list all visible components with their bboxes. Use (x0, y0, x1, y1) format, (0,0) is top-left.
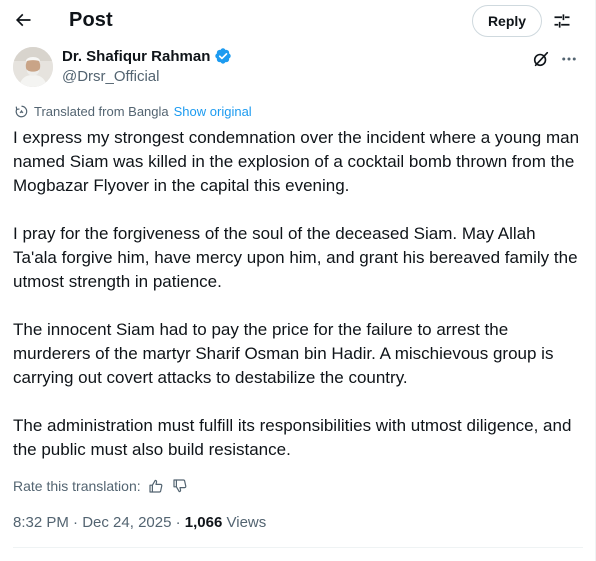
thumbs-down-icon (173, 479, 187, 493)
meta-separator: · (68, 514, 83, 531)
thumbs-up-icon (149, 479, 163, 493)
views-count: 1,066 (184, 514, 223, 531)
author-name-row[interactable]: Dr. Shafiqur Rahman (62, 47, 232, 65)
author-handle[interactable]: @Drsr_Official (62, 68, 159, 85)
rate-translation-label: Rate this translation: (13, 478, 141, 494)
more-horizontal-icon (562, 57, 576, 61)
back-button[interactable] (8, 5, 38, 35)
translate-icon (15, 105, 28, 118)
avatar-portrait-icon (13, 47, 53, 87)
post-text: I express my strongest condemnation over… (13, 126, 583, 462)
thumbs-down-button[interactable] (170, 476, 190, 496)
divider (13, 547, 583, 548)
avatar[interactable] (13, 47, 53, 87)
post-meta: 8:32 PM · Dec 24, 2025 · 1,066 Views (13, 514, 266, 531)
post-paragraph: I pray for the forgiveness of the soul o… (13, 224, 578, 291)
show-original-link[interactable]: Show original (174, 104, 252, 119)
page-title: Post (69, 9, 113, 31)
post-paragraph: The administration must fulfill its resp… (13, 416, 572, 459)
settings-button[interactable] (548, 7, 576, 35)
author-name[interactable]: Dr. Shafiqur Rahman (62, 48, 210, 65)
sliders-icon (554, 14, 570, 28)
post-time[interactable]: 8:32 PM (13, 514, 69, 531)
arrow-left-icon (15, 13, 31, 27)
verified-badge-icon (215, 48, 232, 64)
post-page: Post Reply Dr. Shafiqur Rahman @Drsr_Off… (0, 0, 596, 561)
post-paragraph: I express my strongest condemnation over… (13, 128, 580, 195)
more-button[interactable] (558, 48, 580, 70)
views-label: Views (222, 514, 267, 531)
post-paragraph: The innocent Siam had to pay the price f… (13, 320, 554, 387)
post-header: Post Reply (0, 0, 596, 42)
translation-notice: Translated from Bangla Show original (14, 104, 252, 119)
grok-button[interactable] (530, 48, 552, 70)
thumbs-up-button[interactable] (146, 476, 166, 496)
meta-separator: · (171, 514, 185, 531)
post-date[interactable]: Dec 24, 2025 (82, 514, 171, 531)
rate-translation-row: Rate this translation: (13, 476, 190, 496)
reply-button[interactable]: Reply (472, 5, 542, 37)
translated-from-label: Translated from Bangla (34, 104, 169, 119)
grok-icon (533, 51, 549, 67)
